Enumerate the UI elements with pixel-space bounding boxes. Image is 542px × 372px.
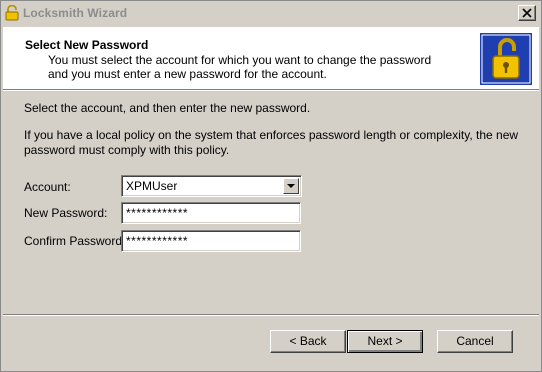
new-password-field[interactable]: ************ (121, 202, 301, 224)
account-label: Account: (24, 180, 71, 194)
window-title: Locksmith Wizard (23, 6, 128, 20)
wizard-header: Select New Password You must select the … (3, 27, 539, 89)
confirm-password-field[interactable]: ************ (121, 230, 301, 252)
next-button[interactable]: Next > (347, 330, 423, 353)
dropdown-button[interactable] (283, 178, 299, 194)
chevron-down-icon (287, 184, 295, 188)
title-bar[interactable]: Locksmith Wizard (1, 1, 541, 25)
close-icon (522, 8, 532, 18)
back-button[interactable]: < Back (270, 330, 346, 353)
cancel-button[interactable]: Cancel (437, 330, 513, 353)
account-selected-value: XPMUser (126, 179, 178, 193)
page-title: Select New Password (25, 38, 149, 52)
padlock-open-icon (480, 33, 532, 85)
instruction-text: Select the account, and then enter the n… (24, 101, 311, 115)
page-description: You must select the account for which yo… (48, 53, 432, 81)
padlock-icon (5, 5, 19, 21)
account-dropdown[interactable]: XPMUser (121, 175, 302, 197)
confirm-password-label: Confirm Password: (24, 234, 126, 248)
policy-note: If you have a local policy on the system… (24, 128, 519, 157)
new-password-label: New Password: (24, 206, 108, 220)
wizard-window: Locksmith Wizard Select New Password You… (0, 0, 542, 372)
close-button[interactable] (518, 5, 536, 21)
